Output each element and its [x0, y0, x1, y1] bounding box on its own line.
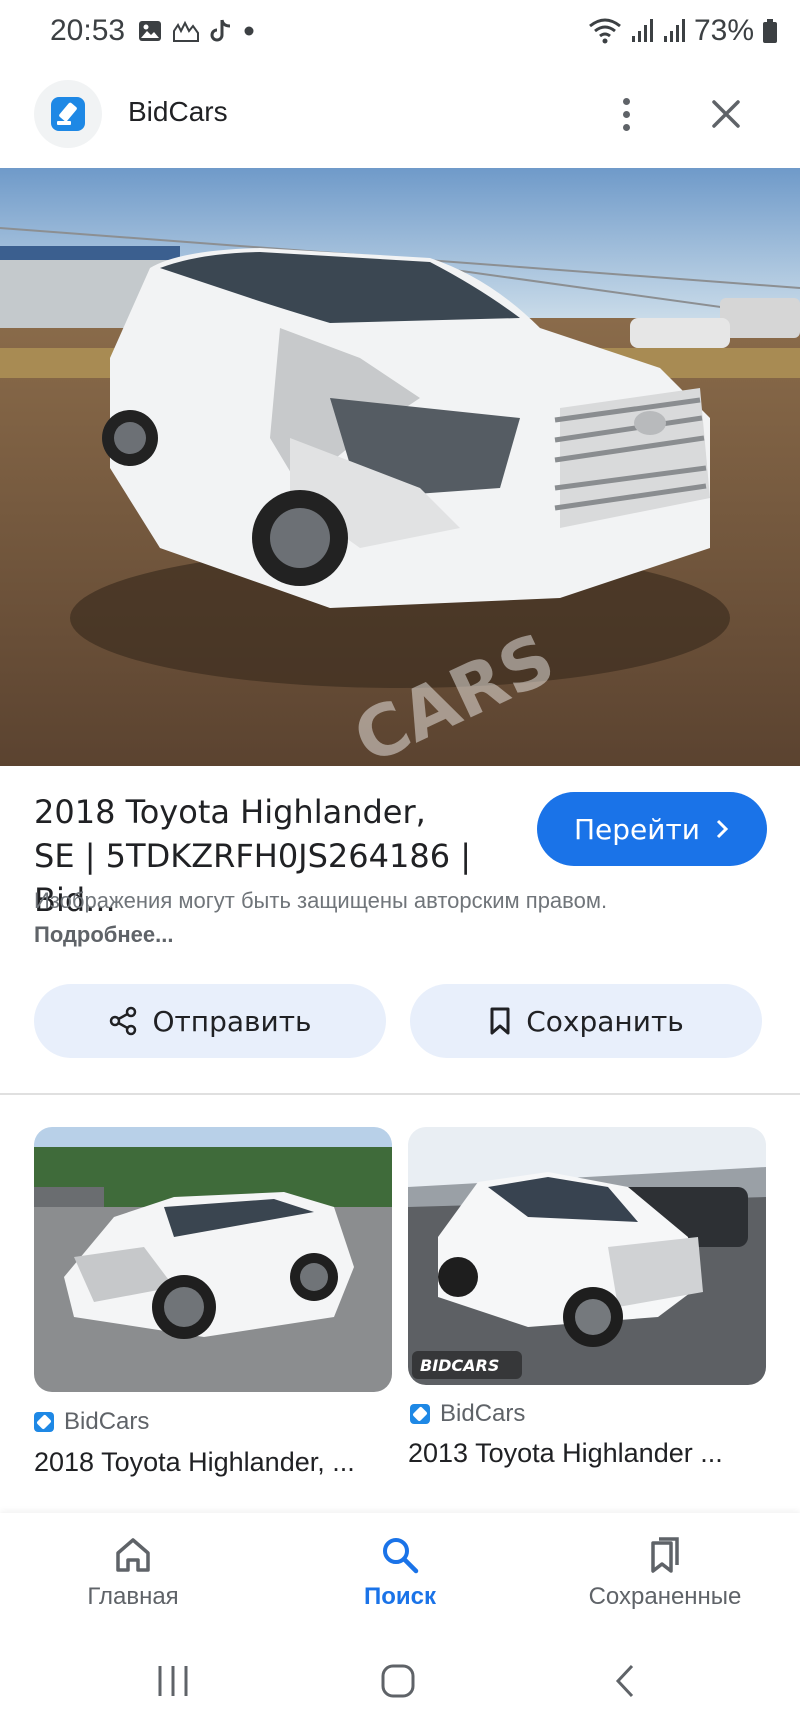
- nav-search-label: Поиск: [363, 1583, 437, 1610]
- more-options-button[interactable]: [604, 88, 648, 140]
- related-title-2[interactable]: 2013 Toyota Highlander ...: [408, 1438, 770, 1469]
- bottom-navigation: Главная Поиск Сохраненные: [0, 1513, 800, 1631]
- site-name[interactable]: BidCars: [128, 96, 228, 128]
- related-title-1[interactable]: 2018 Toyota Highlander, ...: [34, 1447, 396, 1478]
- back-icon[interactable]: [608, 1663, 644, 1699]
- home-button-icon[interactable]: [380, 1663, 416, 1699]
- status-bar: 20:53 73%: [0, 0, 800, 66]
- related-image-1[interactable]: [34, 1127, 392, 1392]
- related-source-label: BidCars: [440, 1400, 526, 1427]
- recent-apps-icon[interactable]: [155, 1663, 191, 1699]
- signal-icon: [663, 19, 685, 42]
- share-button-label: Отправить: [152, 1004, 312, 1038]
- bidcars-favicon-icon: [410, 1404, 430, 1424]
- more-info-link[interactable]: Подробнее...: [34, 922, 174, 947]
- car-photo: CARS: [0, 168, 800, 766]
- bidcars-logo-icon: [51, 97, 85, 131]
- related-source-2: BidCars: [410, 1400, 525, 1428]
- goto-button[interactable]: Перейти: [537, 792, 767, 866]
- result-header: BidCars: [0, 76, 800, 162]
- battery-icon: [763, 19, 777, 43]
- nav-home-label: Главная: [87, 1583, 179, 1610]
- more-dot: [622, 110, 630, 118]
- status-icons-left: [138, 18, 256, 44]
- battery-percent: 73%: [693, 14, 754, 47]
- related-source-label: BidCars: [64, 1408, 150, 1435]
- system-navigation: [0, 1631, 800, 1733]
- site-logo[interactable]: [34, 80, 102, 148]
- share-button[interactable]: Отправить: [34, 984, 386, 1058]
- more-dot: [622, 123, 630, 131]
- wifi-icon: [589, 18, 621, 44]
- home-icon: [116, 1538, 150, 1572]
- signal-icon: [631, 19, 653, 42]
- related-photo-2: BIDCARS: [408, 1127, 766, 1385]
- image-icon: [139, 21, 161, 41]
- gallery-icon: [173, 20, 199, 42]
- share-icon: [110, 1006, 137, 1036]
- related-watermark-2: BIDCARS: [420, 1356, 499, 1375]
- tiktok-icon: [210, 19, 231, 42]
- search-icon: [383, 1538, 419, 1574]
- copyright-notice: Изображения могут быть защищены авторски…: [34, 884, 654, 952]
- more-dot: [622, 97, 630, 105]
- save-button-label: Сохранить: [526, 1004, 684, 1038]
- status-time: 20:53: [50, 14, 126, 47]
- chevron-right-icon: [716, 819, 729, 839]
- bookmarks-icon: [651, 1537, 679, 1573]
- related-photo-1: [34, 1127, 392, 1392]
- nav-home[interactable]: Главная: [23, 1535, 243, 1611]
- nav-saved-label: Сохраненные: [588, 1583, 742, 1610]
- goto-button-label: Перейти: [574, 812, 700, 846]
- save-button[interactable]: Сохранить: [410, 984, 762, 1058]
- dot-icon: [244, 26, 254, 36]
- related-source-1: BidCars: [34, 1408, 149, 1436]
- close-icon[interactable]: [700, 88, 752, 140]
- related-image-2[interactable]: BIDCARS: [408, 1127, 766, 1385]
- bookmark-icon: [490, 1007, 510, 1035]
- bidcars-favicon-icon: [34, 1412, 54, 1432]
- divider: [0, 1093, 800, 1095]
- status-icons-right: 73%: [588, 14, 778, 48]
- hero-image[interactable]: CARS: [0, 168, 800, 766]
- nav-saved[interactable]: Сохраненные: [555, 1535, 775, 1611]
- copyright-text: Изображения могут быть защищены авторски…: [34, 888, 608, 913]
- nav-search[interactable]: Поиск: [290, 1535, 510, 1611]
